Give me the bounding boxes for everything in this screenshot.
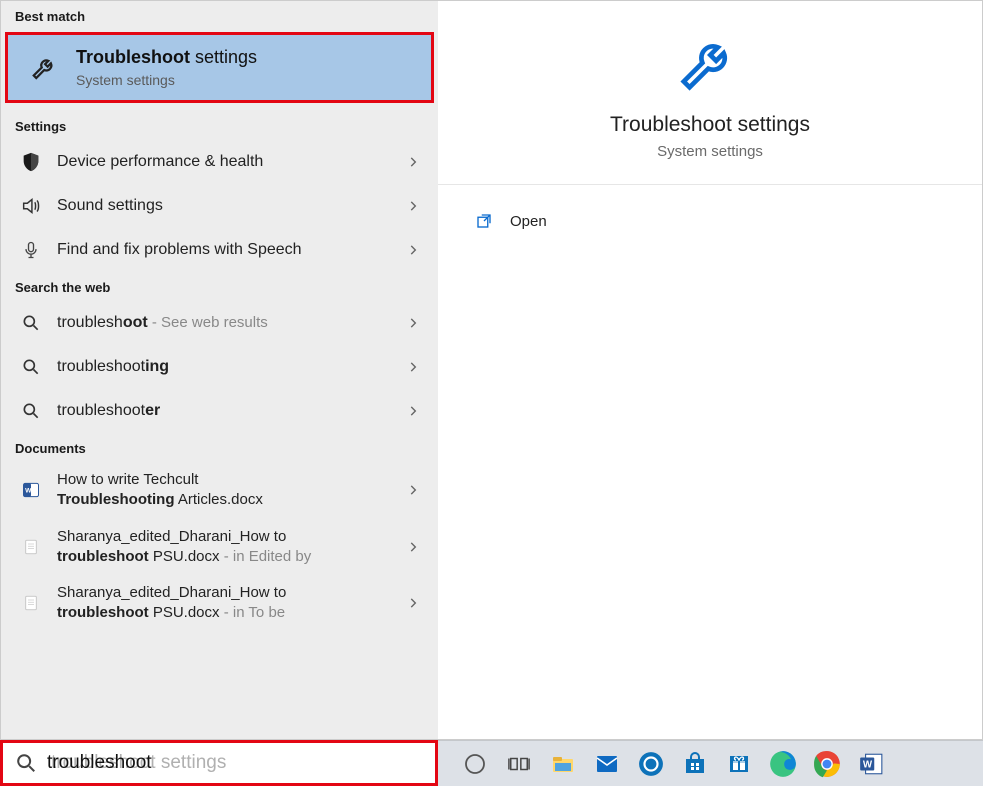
word-doc-icon: W <box>19 478 43 502</box>
best-match-subtitle: System settings <box>76 72 257 88</box>
web-item-bold: ing <box>145 358 169 375</box>
best-match-title-bold: Troubleshoot <box>76 47 190 67</box>
mail-icon[interactable] <box>588 745 626 783</box>
settings-item-label: Find and fix problems with Speech <box>57 239 406 261</box>
best-match-text: Troubleshoot settings System settings <box>76 47 257 88</box>
web-item-prefix: troubleshoot <box>57 402 145 419</box>
open-icon <box>474 211 494 231</box>
doc-bold: troubleshoot <box>57 548 149 565</box>
taskbar: W <box>438 740 983 786</box>
documents-header: Documents <box>1 433 438 462</box>
wrench-icon <box>675 29 745 99</box>
doc-meta: - in Edited by <box>220 548 312 565</box>
preview-title: Troubleshoot settings <box>610 113 810 137</box>
web-item-troubleshooter[interactable]: troubleshooter <box>1 389 438 433</box>
store-icon[interactable] <box>676 745 714 783</box>
results-left-pane: Best match Troubleshoot settings System … <box>1 1 438 739</box>
settings-item-device-performance[interactable]: Device performance & health <box>1 140 438 184</box>
chevron-right-icon <box>406 483 426 497</box>
web-item-bold: oot <box>123 314 148 331</box>
chevron-right-icon <box>406 316 426 330</box>
best-match-header: Best match <box>1 1 438 30</box>
preview-pane: Troubleshoot settings System settings Op… <box>438 1 982 739</box>
chevron-right-icon <box>406 155 426 169</box>
preview-hero: Troubleshoot settings System settings <box>438 1 982 185</box>
web-item-prefix: troublesh <box>57 314 123 331</box>
shield-icon <box>19 150 43 174</box>
chevron-right-icon <box>406 540 426 554</box>
task-view-icon[interactable] <box>500 745 538 783</box>
gift-icon[interactable] <box>720 745 758 783</box>
doc-post: PSU.docx <box>149 604 220 621</box>
search-icon <box>19 399 43 423</box>
document-item[interactable]: Sharanya_edited_Dharani_How to troublesh… <box>1 575 438 632</box>
best-match-title-rest: settings <box>190 47 257 67</box>
wrench-icon <box>28 51 62 85</box>
document-item[interactable]: W How to write Techcult Troubleshooting … <box>1 462 438 519</box>
dell-icon[interactable] <box>632 745 670 783</box>
doc-post: PSU.docx <box>149 548 220 565</box>
chevron-right-icon <box>406 243 426 257</box>
chrome-icon[interactable] <box>808 745 846 783</box>
search-input[interactable] <box>47 752 423 774</box>
settings-item-label: Device performance & health <box>57 151 406 173</box>
web-item-bold: er <box>145 402 160 419</box>
settings-item-label: Sound settings <box>57 195 406 217</box>
web-item-suffix: - See web results <box>148 314 268 331</box>
chevron-right-icon <box>406 404 426 418</box>
search-icon <box>19 311 43 335</box>
search-icon <box>19 355 43 379</box>
best-match-item[interactable]: Troubleshoot settings System settings <box>5 32 434 103</box>
open-action[interactable]: Open <box>474 205 972 237</box>
doc-line1: Sharanya_edited_Dharani_How to <box>57 584 286 601</box>
search-results-window: Best match Troubleshoot settings System … <box>0 0 983 740</box>
web-header: Search the web <box>1 272 438 301</box>
edge-icon[interactable] <box>764 745 802 783</box>
cortana-icon[interactable] <box>456 745 494 783</box>
open-label: Open <box>510 213 547 230</box>
preview-actions: Open <box>438 185 982 247</box>
file-explorer-icon[interactable] <box>544 745 582 783</box>
search-box[interactable]: troubleshoot settings <box>0 740 438 786</box>
svg-text:W: W <box>25 488 32 495</box>
web-item-troubleshoot[interactable]: troubleshoot - See web results <box>1 301 438 345</box>
microphone-icon <box>19 238 43 262</box>
chevron-right-icon <box>406 199 426 213</box>
chevron-right-icon <box>406 360 426 374</box>
chevron-right-icon <box>406 596 426 610</box>
doc-meta: - in To be <box>220 604 286 621</box>
doc-icon <box>19 535 43 559</box>
doc-line1: Sharanya_edited_Dharani_How to <box>57 528 286 545</box>
preview-subtitle: System settings <box>657 143 763 160</box>
doc-post: Articles.docx <box>175 491 263 508</box>
web-item-prefix: troubleshoot <box>57 358 145 375</box>
doc-icon <box>19 591 43 615</box>
search-icon <box>15 752 37 774</box>
doc-bold: troubleshoot <box>57 604 149 621</box>
settings-header: Settings <box>1 111 438 140</box>
settings-item-sound[interactable]: Sound settings <box>1 184 438 228</box>
web-item-troubleshooting[interactable]: troubleshooting <box>1 345 438 389</box>
settings-item-speech[interactable]: Find and fix problems with Speech <box>1 228 438 272</box>
word-icon[interactable]: W <box>852 745 890 783</box>
svg-text:W: W <box>863 759 873 770</box>
doc-bold: Troubleshooting <box>57 491 175 508</box>
doc-line1: How to write Techcult <box>57 471 198 488</box>
document-item[interactable]: Sharanya_edited_Dharani_How to troublesh… <box>1 519 438 576</box>
speaker-icon <box>19 194 43 218</box>
